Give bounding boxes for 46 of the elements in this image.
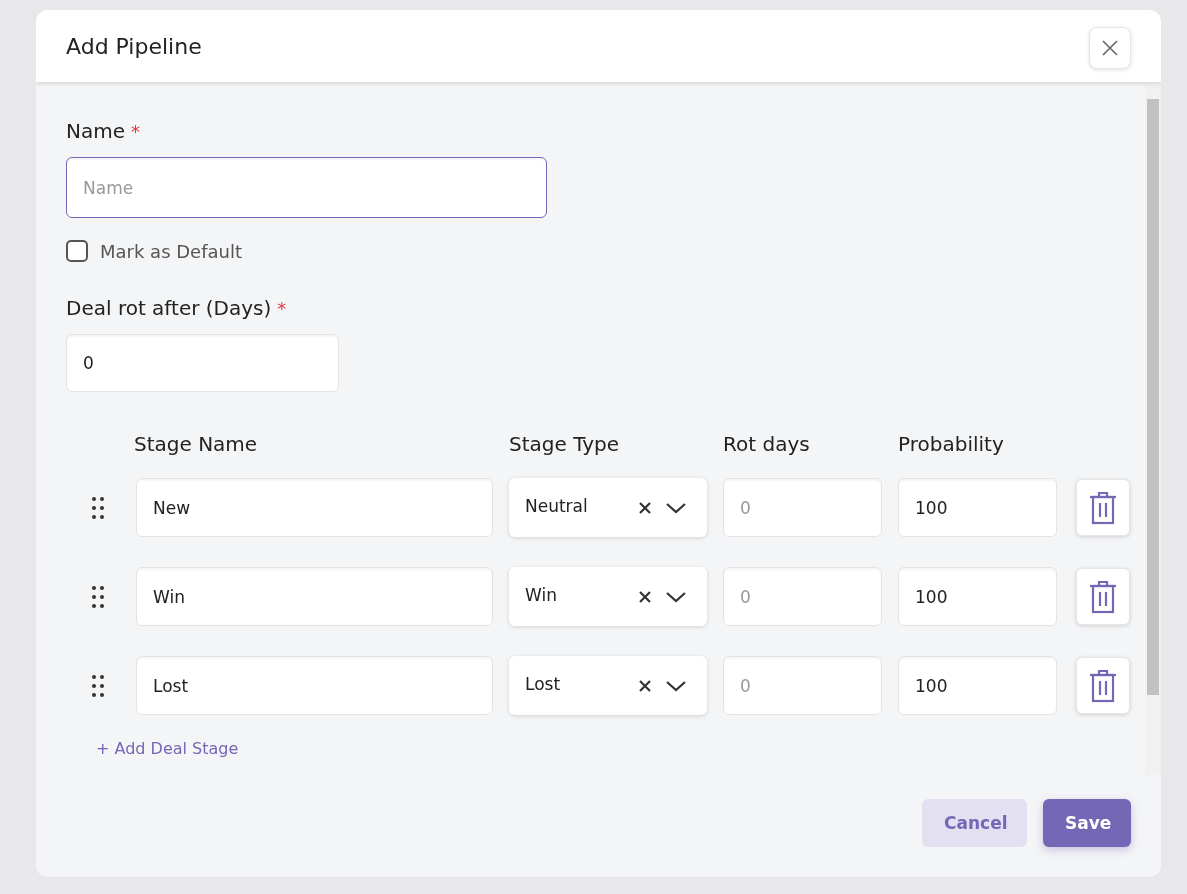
- drag-handle-icon[interactable]: [91, 673, 105, 698]
- stage-type-select[interactable]: Neutral: [509, 478, 707, 537]
- delete-button[interactable]: [1076, 568, 1130, 625]
- column-header: Stage Type: [509, 432, 621, 456]
- field-label: Deal rot after (Days): [66, 296, 272, 320]
- dialog-title: Add Pipeline: [66, 33, 202, 59]
- drag-handle-icon[interactable]: [91, 495, 105, 520]
- close-button[interactable]: [1089, 27, 1131, 69]
- chevron-down-icon[interactable]: [665, 589, 687, 604]
- cancel-button[interactable]: Cancel: [922, 799, 1027, 847]
- trash-icon: [1089, 668, 1117, 703]
- stage-type-select[interactable]: Win: [509, 567, 707, 626]
- delete-button[interactable]: [1076, 657, 1130, 714]
- required-mark: *: [131, 121, 140, 142]
- probability-field[interactable]: 100: [898, 567, 1057, 626]
- rot-days-field[interactable]: 0: [723, 567, 882, 626]
- checkbox-label[interactable]: Mark as Default: [100, 240, 242, 262]
- checkbox[interactable]: [66, 240, 88, 262]
- delete-button[interactable]: [1076, 479, 1130, 536]
- field-label: Name: [66, 119, 125, 143]
- clear-icon[interactable]: [637, 499, 653, 516]
- stage-name-field[interactable]: Lost: [136, 656, 493, 715]
- column-header: Probability: [898, 432, 1005, 456]
- chevron-down-icon[interactable]: [665, 500, 687, 515]
- probability-field[interactable]: 100: [898, 478, 1057, 537]
- drag-handle-icon[interactable]: [91, 584, 105, 609]
- clear-icon[interactable]: [637, 588, 653, 605]
- close-icon: [1101, 39, 1119, 57]
- scrollbar[interactable]: [1145, 85, 1161, 775]
- trash-icon: [1089, 579, 1117, 614]
- stage-name-field[interactable]: Win: [136, 567, 493, 626]
- clear-icon[interactable]: [637, 677, 653, 694]
- rot-days-field[interactable]: 0: [723, 478, 882, 537]
- column-header: Stage Name: [134, 432, 259, 456]
- add-stage-link[interactable]: + Add Deal Stage: [96, 739, 239, 758]
- column-header: Rot days: [723, 432, 811, 456]
- probability-field[interactable]: 100: [898, 656, 1057, 715]
- trash-icon: [1089, 490, 1117, 525]
- stage-type-select[interactable]: Lost: [509, 656, 707, 715]
- required-mark: *: [277, 298, 287, 319]
- name-field[interactable]: Name: [66, 157, 547, 218]
- save-button[interactable]: Save: [1043, 799, 1131, 847]
- chevron-down-icon[interactable]: [665, 678, 687, 693]
- stage-name-field[interactable]: New: [136, 478, 493, 537]
- days-field[interactable]: 0: [66, 334, 339, 392]
- rot-days-field[interactable]: 0: [723, 656, 882, 715]
